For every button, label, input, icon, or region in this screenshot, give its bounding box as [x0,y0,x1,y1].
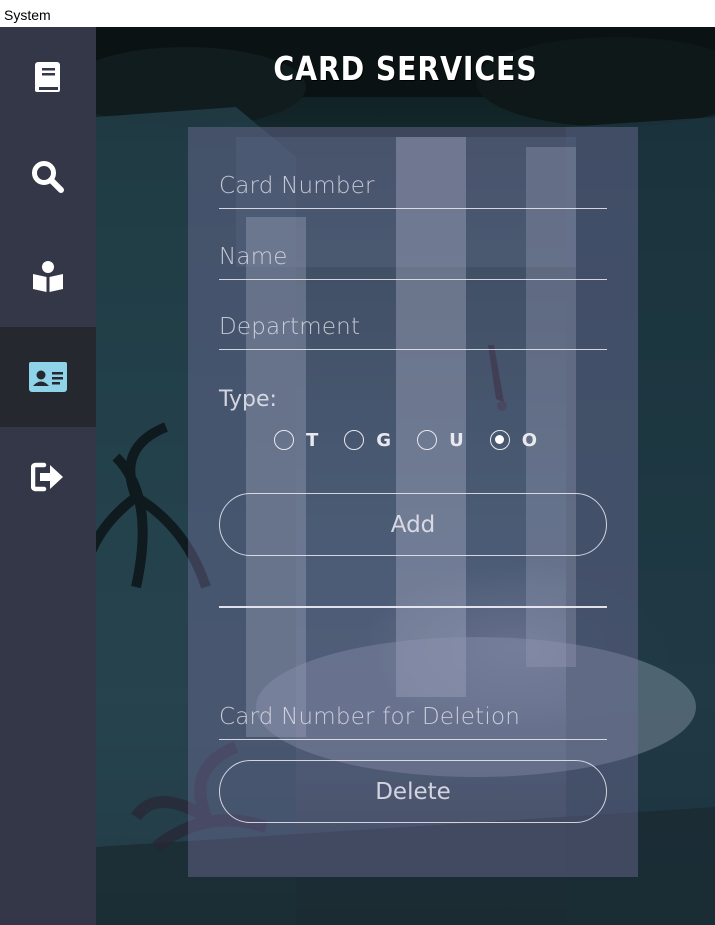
delete-card-number-field[interactable] [219,694,607,740]
id-card-icon [29,362,67,392]
radio-circle-selected[interactable] [489,430,510,450]
window-title: System [0,0,715,27]
add-button[interactable]: Add [219,493,607,556]
sidebar [0,27,96,925]
radio-circle[interactable] [274,430,294,450]
sidebar-item-books[interactable] [0,27,96,127]
radio-label: T [306,429,319,451]
name-field[interactable] [219,234,607,280]
sidebar-item-card-services[interactable] [0,327,96,427]
reader-icon [33,261,63,292]
card-form-panel: Type: T G U O Add Delete [188,127,638,877]
delete-card-number-input[interactable] [219,694,607,739]
page-title: CARD SERVICES [273,49,538,88]
radio-label: U [449,429,464,451]
section-divider [219,606,607,608]
card-number-input[interactable] [219,163,607,208]
department-input[interactable] [219,304,607,349]
type-radio-o[interactable]: O [489,429,537,451]
main-content: CARD SERVICES Type: T G U [96,27,715,925]
type-label: Type: [219,387,277,412]
type-radio-u[interactable]: U [417,430,464,451]
card-number-field[interactable] [219,163,607,209]
radio-label: G [376,429,392,451]
department-field[interactable] [219,304,607,350]
book-icon [35,62,60,92]
type-radio-group: T G U O [274,428,563,452]
delete-button[interactable]: Delete [219,760,607,823]
search-icon [32,161,64,193]
radio-label: O [521,429,537,451]
sidebar-item-reader[interactable] [0,227,96,327]
sidebar-item-search[interactable] [0,127,96,227]
radio-circle[interactable] [417,430,438,450]
radio-circle[interactable] [344,430,365,450]
name-input[interactable] [219,234,607,279]
type-radio-g[interactable]: G [344,430,391,451]
sidebar-item-logout[interactable] [0,427,96,527]
type-radio-t[interactable]: T [274,430,318,451]
logout-icon [31,462,63,492]
